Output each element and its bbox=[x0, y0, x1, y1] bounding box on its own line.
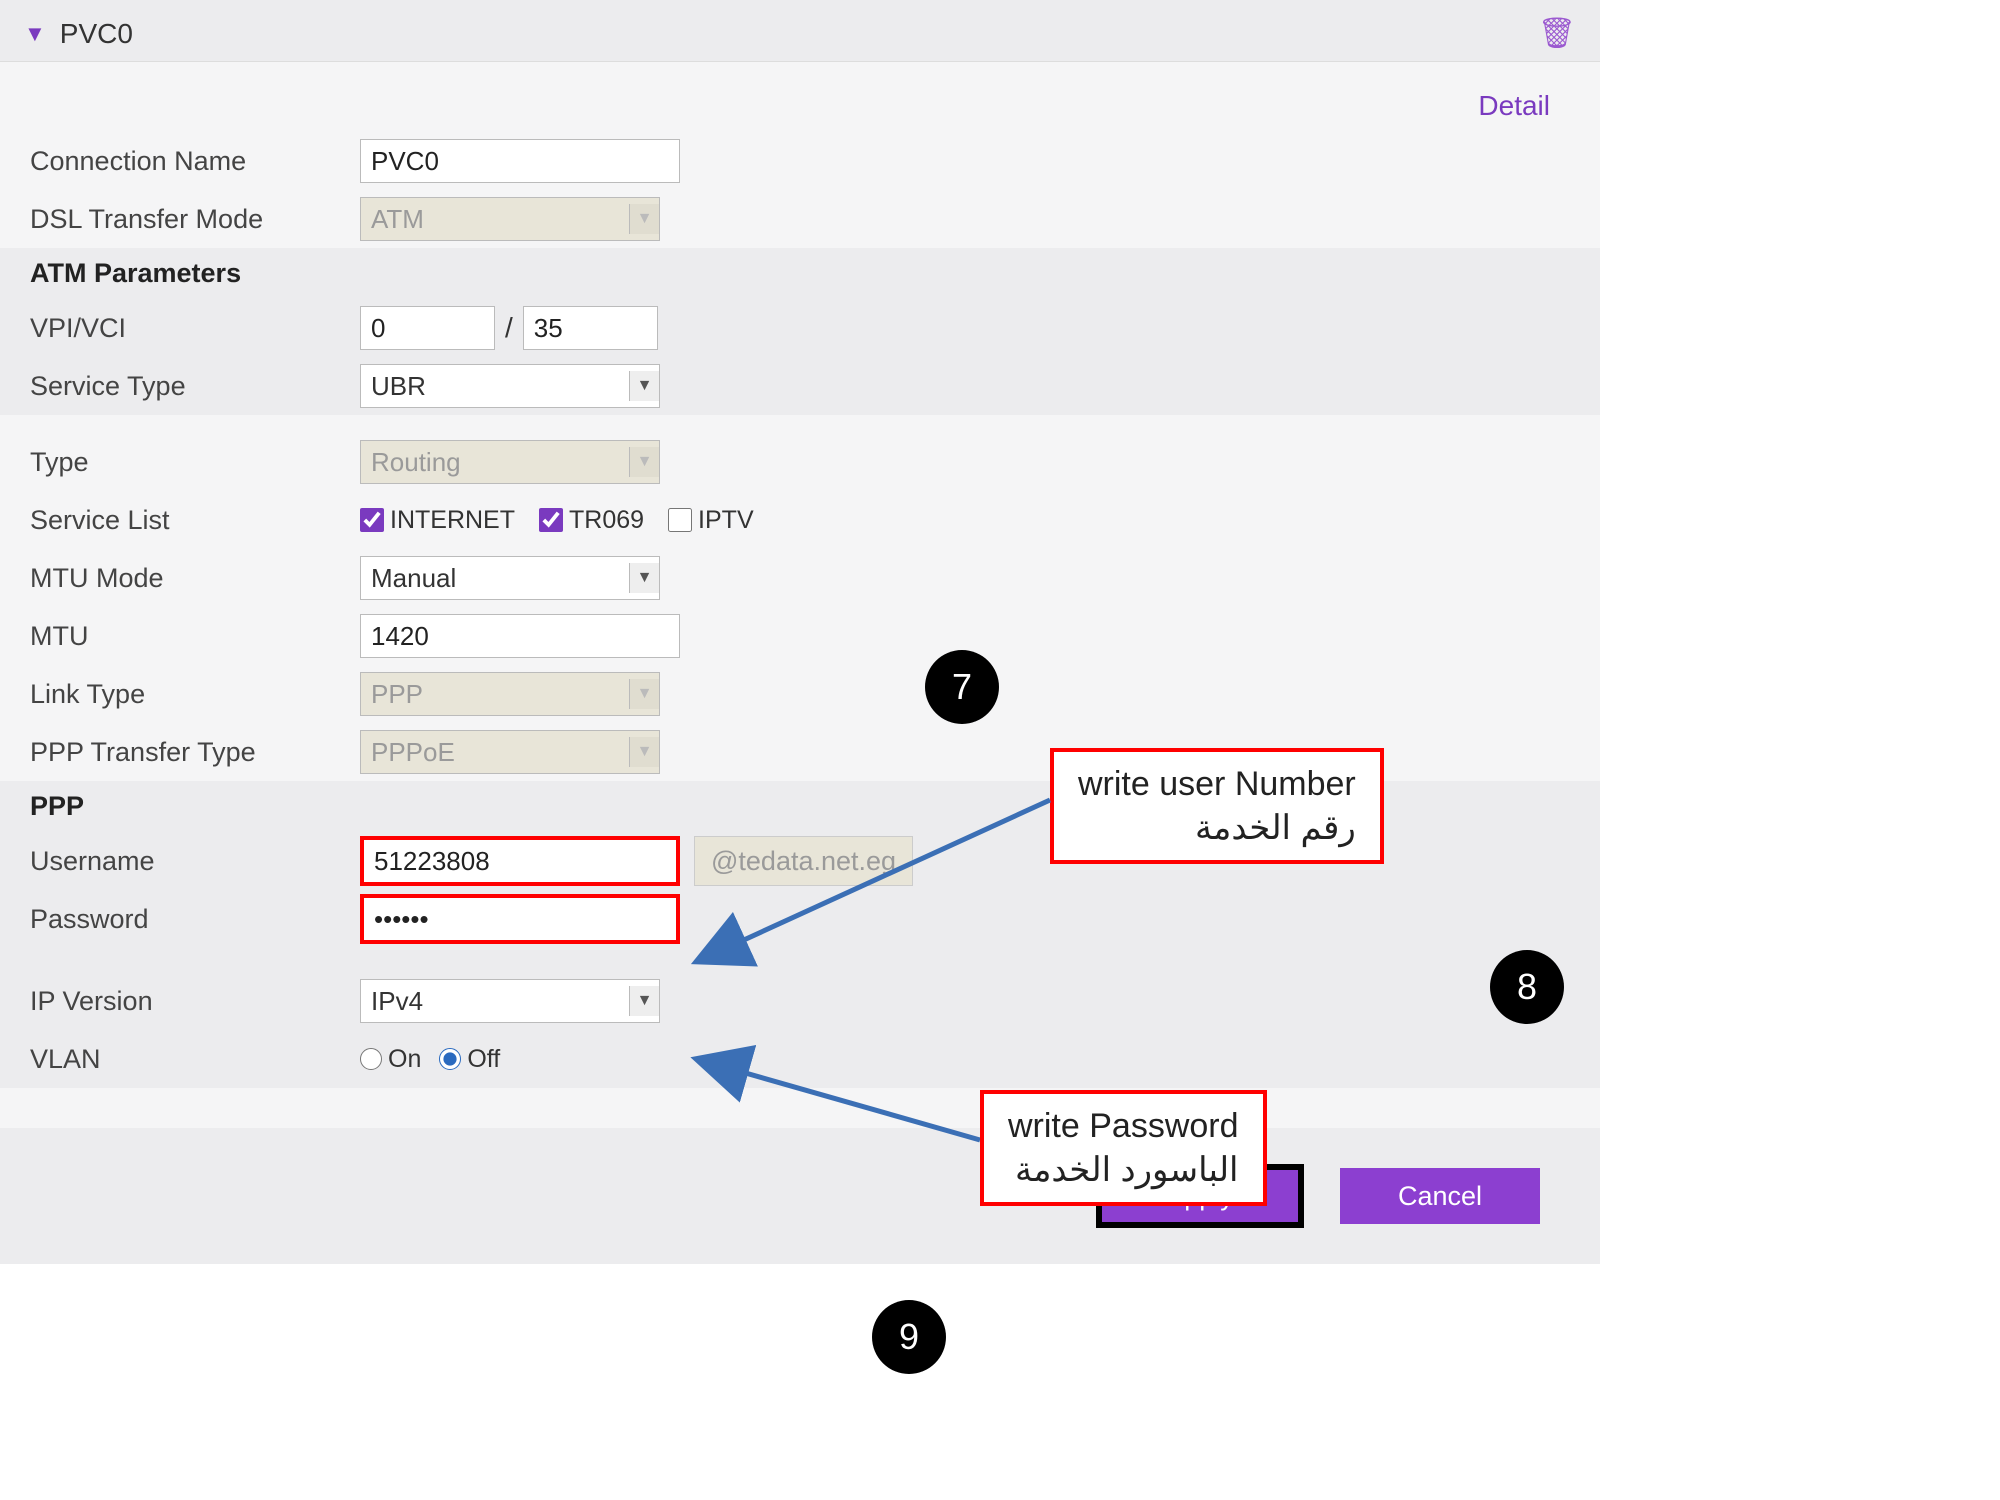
service-type-select[interactable]: UBR ▼ bbox=[360, 364, 660, 408]
label-dsl-transfer-mode: DSL Transfer Mode bbox=[30, 204, 360, 235]
checkbox-iptv-label: IPTV bbox=[698, 506, 754, 535]
label-service-list: Service List bbox=[30, 505, 360, 536]
annotation-badge-9: 9 bbox=[872, 1300, 946, 1374]
section-atm-parameters: ATM Parameters bbox=[0, 248, 1600, 299]
checkbox-tr069[interactable]: TR069 bbox=[539, 506, 644, 535]
connection-name-input[interactable] bbox=[360, 139, 680, 183]
checkbox-internet[interactable]: INTERNET bbox=[360, 506, 515, 535]
label-service-type: Service Type bbox=[30, 371, 360, 402]
type-value: Routing bbox=[371, 447, 461, 478]
cancel-button[interactable]: Cancel bbox=[1340, 1168, 1540, 1224]
chevron-down-icon: ▼ bbox=[629, 986, 659, 1016]
annotation-callout-8-ar: الباسورد الخدمة bbox=[1008, 1148, 1239, 1192]
label-mtu-mode: MTU Mode bbox=[30, 563, 360, 594]
vci-input[interactable] bbox=[523, 306, 658, 350]
label-link-type: Link Type bbox=[30, 679, 360, 710]
label-ip-version: IP Version bbox=[30, 986, 360, 1017]
label-mtu: MTU bbox=[30, 621, 360, 652]
link-type-value: PPP bbox=[371, 679, 423, 710]
checkbox-internet-label: INTERNET bbox=[390, 506, 515, 535]
mtu-mode-select[interactable]: Manual ▼ bbox=[360, 556, 660, 600]
chevron-down-icon: ▼ bbox=[629, 447, 659, 477]
label-vpi-vci: VPI/VCI bbox=[30, 313, 360, 344]
radio-vlan-off-input[interactable] bbox=[439, 1048, 461, 1070]
vpi-input[interactable] bbox=[360, 306, 495, 350]
collapse-icon[interactable]: ▼ bbox=[24, 21, 46, 47]
ip-version-select[interactable]: IPv4 ▼ bbox=[360, 979, 660, 1023]
detail-link[interactable]: Detail bbox=[1478, 90, 1550, 121]
checkbox-tr069-label: TR069 bbox=[569, 506, 644, 535]
trash-icon[interactable]: 🗑 bbox=[1538, 16, 1576, 51]
mtu-mode-value: Manual bbox=[371, 563, 456, 594]
dsl-transfer-mode-select: ATM ▼ bbox=[360, 197, 660, 241]
radio-vlan-off-label: Off bbox=[467, 1045, 500, 1074]
annotation-callout-7-en: write user Number bbox=[1078, 762, 1356, 806]
username-input[interactable] bbox=[360, 836, 680, 886]
checkbox-tr069-input[interactable] bbox=[539, 508, 563, 532]
label-type: Type bbox=[30, 447, 360, 478]
service-type-value: UBR bbox=[371, 371, 426, 402]
vpi-vci-separator: / bbox=[505, 312, 513, 344]
chevron-down-icon: ▼ bbox=[629, 563, 659, 593]
chevron-down-icon: ▼ bbox=[629, 679, 659, 709]
link-type-select: PPP ▼ bbox=[360, 672, 660, 716]
annotation-badge-8: 8 bbox=[1490, 950, 1564, 1024]
radio-vlan-on[interactable]: On bbox=[360, 1045, 421, 1074]
ppp-transfer-type-select: PPPoE ▼ bbox=[360, 730, 660, 774]
checkbox-iptv[interactable]: IPTV bbox=[668, 506, 754, 535]
dsl-transfer-mode-value: ATM bbox=[371, 204, 424, 235]
label-username: Username bbox=[30, 846, 360, 877]
username-suffix: @tedata.net.eg bbox=[694, 836, 913, 886]
annotation-badge-7: 7 bbox=[925, 650, 999, 724]
checkbox-internet-input[interactable] bbox=[360, 508, 384, 532]
annotation-callout-8: write Password الباسورد الخدمة bbox=[980, 1090, 1267, 1206]
label-vlan: VLAN bbox=[30, 1044, 360, 1075]
password-input[interactable] bbox=[360, 894, 680, 944]
ip-version-value: IPv4 bbox=[371, 986, 423, 1017]
annotation-callout-7-ar: رقم الخدمة bbox=[1078, 806, 1356, 850]
radio-vlan-on-label: On bbox=[388, 1045, 421, 1074]
mtu-input[interactable] bbox=[360, 614, 680, 658]
radio-vlan-on-input[interactable] bbox=[360, 1048, 382, 1070]
chevron-down-icon: ▼ bbox=[629, 371, 659, 401]
ppp-transfer-type-value: PPPoE bbox=[371, 737, 455, 768]
label-ppp-transfer-type: PPP Transfer Type bbox=[30, 737, 360, 768]
label-password: Password bbox=[30, 904, 360, 935]
chevron-down-icon: ▼ bbox=[629, 204, 659, 234]
radio-vlan-off[interactable]: Off bbox=[439, 1045, 500, 1074]
panel-title: PVC0 bbox=[60, 18, 133, 50]
type-select: Routing ▼ bbox=[360, 440, 660, 484]
annotation-callout-7: write user Number رقم الخدمة bbox=[1050, 748, 1384, 864]
annotation-callout-8-en: write Password bbox=[1008, 1104, 1239, 1148]
checkbox-iptv-input[interactable] bbox=[668, 508, 692, 532]
chevron-down-icon: ▼ bbox=[629, 737, 659, 767]
label-connection-name: Connection Name bbox=[30, 146, 360, 177]
